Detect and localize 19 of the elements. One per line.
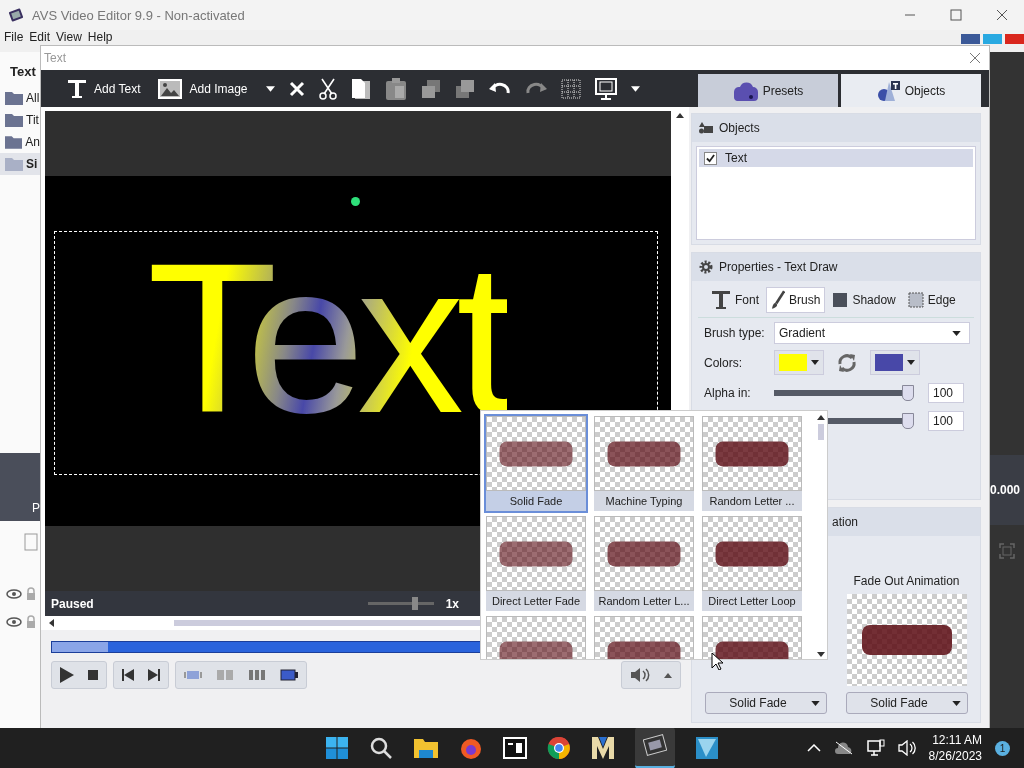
panel-heading: Objects [719,121,760,135]
preset-label: Solid Fade [508,494,564,509]
panel-heading: Properties - Text Draw [719,260,838,274]
timecode: 0.000 [990,483,1021,497]
field-label: Colors: [704,355,743,370]
playback-status: Paused [51,596,94,611]
field-label: Alpha in: [704,386,752,400]
speed-value: 1x [445,596,459,611]
window-title: AVS Video Editor 9.9 - Non-activated [32,7,245,23]
preset-label: Random Letter ... [708,494,796,509]
sidebar-panel: P [0,453,40,521]
dialog-title: Text [44,51,66,65]
preset-label: Machine Typing [604,494,684,509]
preset-label: Direct Letter Loop [707,594,797,609]
sidebar-heading: Text [9,63,37,81]
animation-label: Fade Out Animation [853,574,960,588]
preset-label: Random Letter L... [597,594,691,609]
field-label: Brush type: [704,326,766,340]
preset-label: Direct Letter Fade [490,594,581,609]
